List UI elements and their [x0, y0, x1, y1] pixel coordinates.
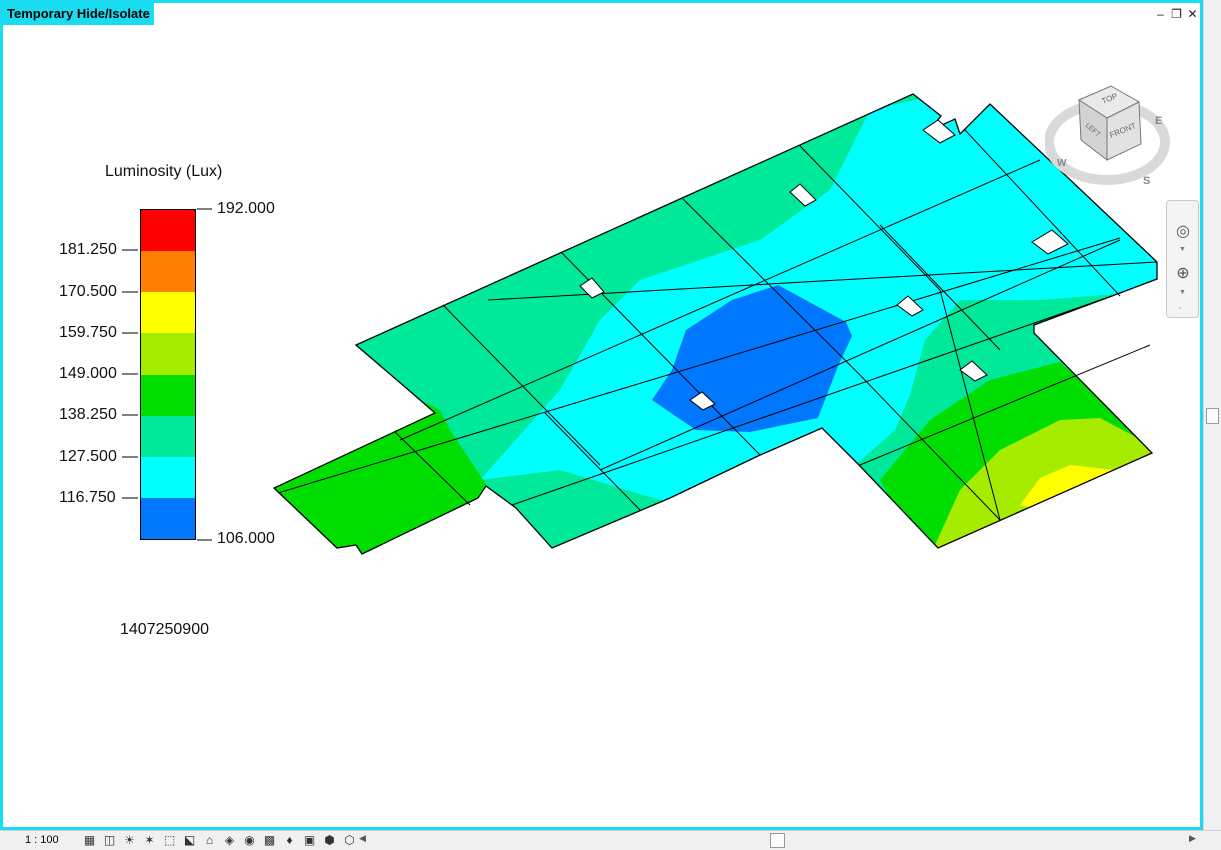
worksharing-icon[interactable]: ⬡: [342, 833, 357, 847]
3d-view-icon[interactable]: ⬢: [322, 833, 337, 847]
legend-tick-label: 159.750: [59, 324, 117, 341]
sun-path-icon[interactable]: ☀: [122, 833, 137, 847]
view-scale[interactable]: 1 : 100: [25, 834, 59, 846]
temporary-hide-icon[interactable]: ◈: [222, 833, 237, 847]
legend-min-label: 106.000: [217, 530, 275, 547]
crop-view-icon[interactable]: ⬚: [162, 833, 177, 847]
detail-level-icon[interactable]: ▦: [82, 833, 97, 847]
legend-tick-label: 181.250: [59, 241, 117, 258]
view-control-tools: ▦ ◫ ☀ ✶ ⬚ ⬕ ⌂ ◈ ◉ ▩ ♦ ▣ ⬢ ⬡: [82, 833, 357, 847]
horizontal-scroll-thumb[interactable]: [770, 833, 785, 848]
view-control-bar: 1 : 100 ▦ ◫ ☀ ✶ ⬚ ⬕ ⌂ ◈ ◉ ▩ ♦ ▣ ⬢ ⬡ ◀ ▶: [0, 830, 1221, 850]
legend-tick-label: 170.500: [59, 283, 117, 300]
vertical-scrollbar[interactable]: [1203, 0, 1221, 830]
steering-wheel-icon[interactable]: ◎: [1172, 221, 1194, 243]
legend-tick-label: 149.000: [59, 365, 117, 382]
show-crop-icon[interactable]: ⬕: [182, 833, 197, 847]
zoom-dropdown-icon[interactable]: ▼: [1179, 289, 1186, 296]
shadows-icon[interactable]: ✶: [142, 833, 157, 847]
render-icon[interactable]: ▣: [302, 833, 317, 847]
scroll-right-icon[interactable]: ▶: [1189, 833, 1196, 844]
unlock-3d-icon[interactable]: ⌂: [202, 833, 217, 847]
legend-ticks: [122, 208, 212, 541]
zoom-icon[interactable]: ⊕: [1172, 263, 1194, 285]
horizontal-scrollbar[interactable]: ◀ ▶: [357, 832, 1203, 849]
visual-style-icon[interactable]: ◫: [102, 833, 117, 847]
viewcube[interactable]: TOP LEFT FRONT E S W: [1045, 80, 1180, 190]
analysis-display-icon[interactable]: ▩: [262, 833, 277, 847]
compass-east-label[interactable]: E: [1155, 115, 1162, 127]
navigation-bar: ◎ ▼ ⊕ ▼ ◦: [1166, 200, 1199, 318]
legend-tick-label: 116.750: [59, 489, 116, 506]
reveal-hidden-icon[interactable]: ◉: [242, 833, 257, 847]
legend-max-label: 192.000: [217, 200, 275, 217]
navbar-options-icon[interactable]: ◦: [1179, 305, 1181, 312]
wheel-dropdown-icon[interactable]: ▼: [1179, 246, 1186, 253]
analysis-timestamp: 1407250900: [120, 621, 209, 638]
legend-tick-label: 127.500: [59, 448, 117, 465]
luminosity-contours: [274, 94, 1157, 554]
legend-tick-label: 138.250: [59, 406, 117, 423]
compass-south-label[interactable]: S: [1143, 175, 1150, 187]
highlight-icon[interactable]: ♦: [282, 833, 297, 847]
compass-west-label[interactable]: W: [1057, 158, 1067, 169]
scroll-left-icon[interactable]: ◀: [359, 833, 366, 844]
vertical-scroll-thumb[interactable]: [1206, 408, 1219, 424]
